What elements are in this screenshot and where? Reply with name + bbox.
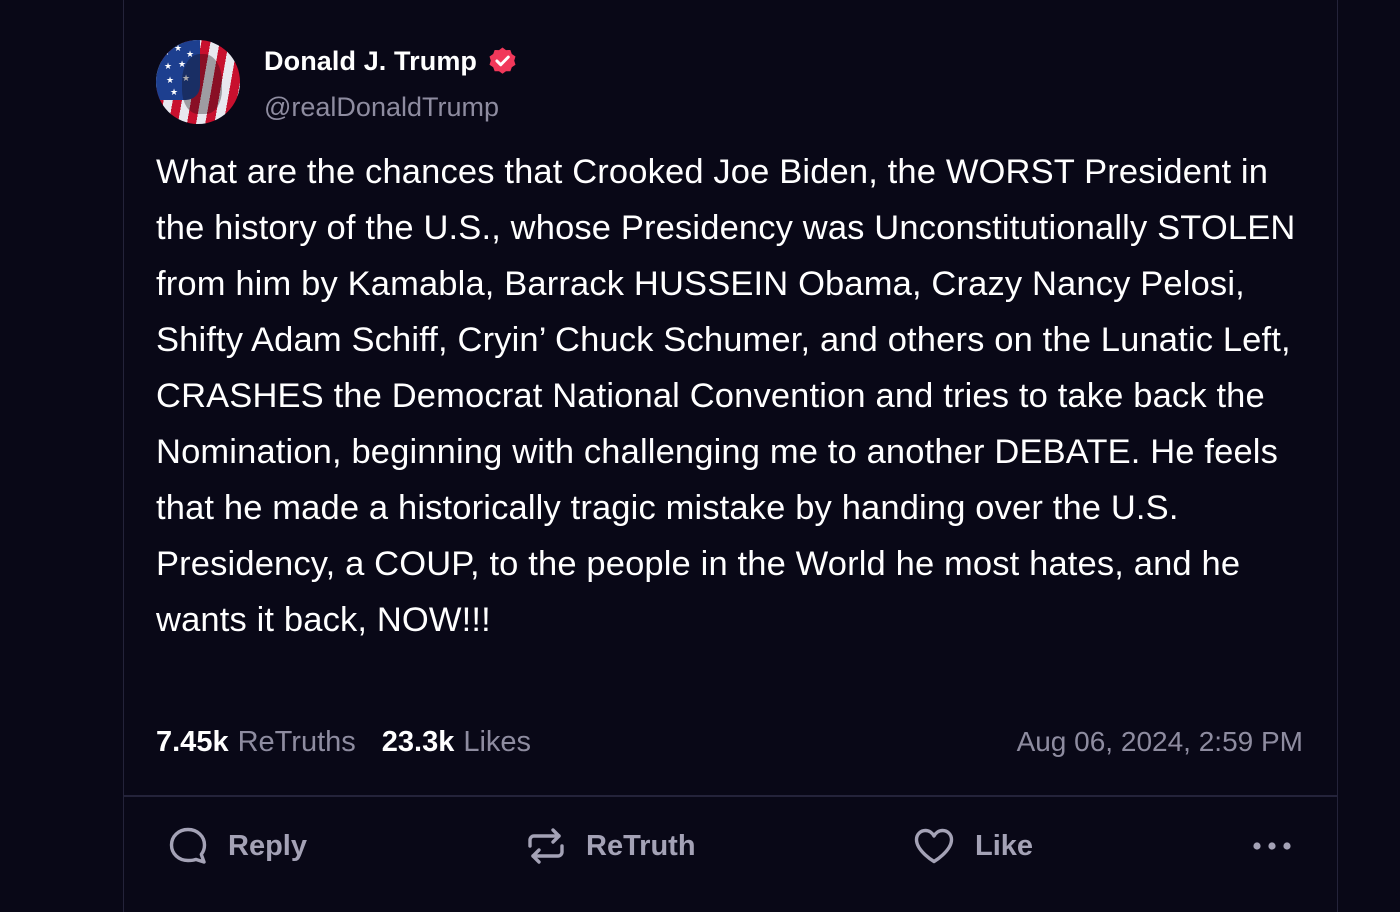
retruths-label: ReTruths — [237, 725, 356, 758]
reply-label: Reply — [228, 829, 307, 862]
repeat-arrows-icon — [528, 828, 564, 864]
post-timestamp[interactable]: Aug 06, 2024, 2:59 PM — [1017, 720, 1303, 764]
likes-label: Likes — [463, 725, 532, 758]
likes-count: 23.3k — [381, 725, 455, 758]
reply-button[interactable]: Reply — [168, 822, 307, 870]
heart-icon — [914, 828, 954, 864]
author-handle[interactable]: @realDonaldTrump — [264, 92, 499, 123]
ellipsis-icon — [1253, 842, 1291, 850]
divider — [123, 795, 1338, 797]
retruths-count: 7.45k — [156, 725, 229, 758]
author-row: Donald J. Trump — [264, 46, 518, 77]
avatar[interactable]: ★ ★ ★ ★ ★ ★ ★ ★ — [156, 40, 240, 124]
verified-badge-icon — [489, 47, 516, 74]
more-options-button[interactable] — [1250, 822, 1294, 870]
post-stats: 7.45k ReTruths 23.3k Likes — [156, 720, 531, 764]
retruths-stat[interactable]: 7.45k ReTruths — [156, 726, 356, 759]
likes-stat[interactable]: 23.3k Likes — [382, 726, 531, 759]
retruth-button[interactable]: ReTruth — [526, 822, 696, 870]
speech-bubble-icon — [169, 827, 207, 864]
like-button[interactable]: Like — [913, 822, 1033, 870]
retruth-label: ReTruth — [586, 829, 696, 862]
avatar-face — [182, 54, 222, 114]
post-body: What are the chances that Crooked Joe Bi… — [156, 153, 1296, 639]
like-label: Like — [975, 829, 1034, 862]
author-name[interactable]: Donald J. Trump — [264, 46, 477, 77]
